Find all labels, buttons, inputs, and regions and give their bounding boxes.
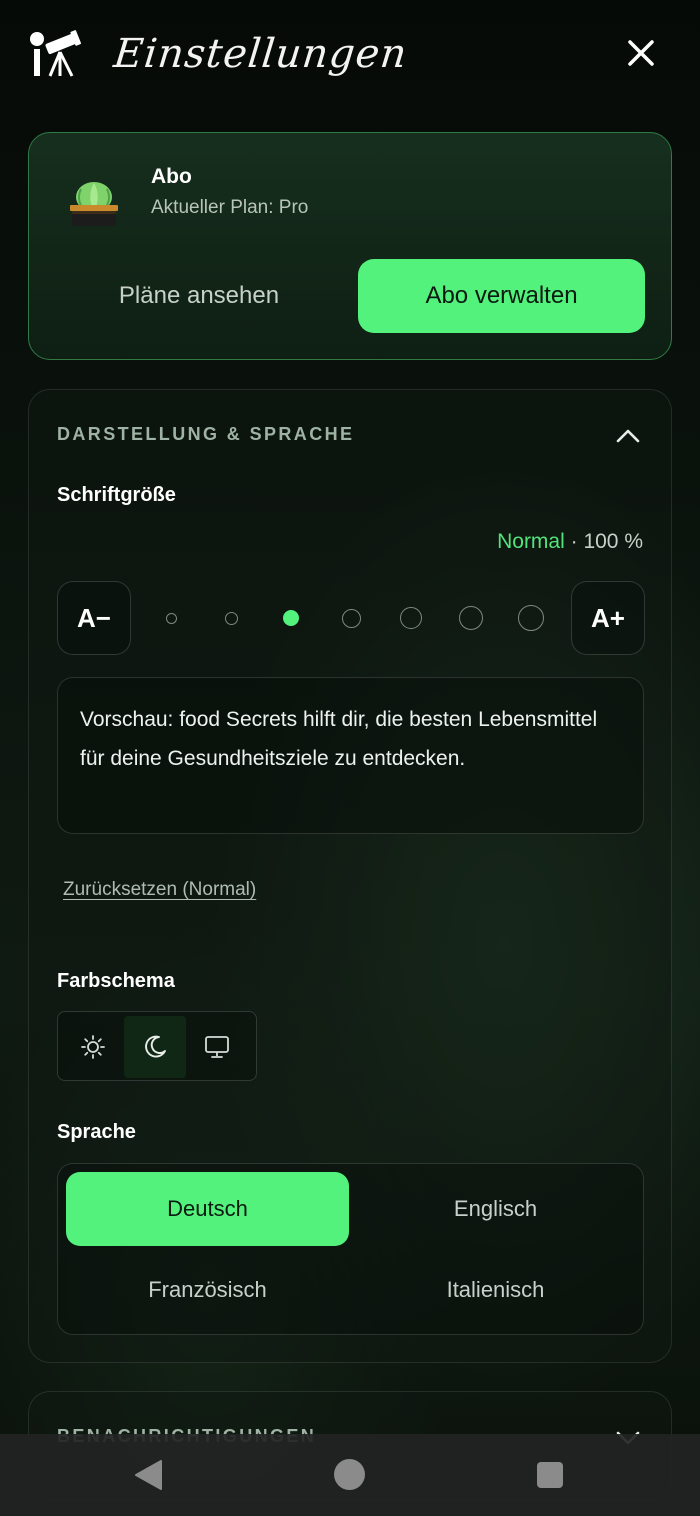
section-title-appearance: DARSTELLUNG & SPRACHE bbox=[57, 424, 355, 444]
subscription-card: Abo Aktueller Plan: Pro Pläne ansehen Ab… bbox=[28, 132, 672, 360]
recents-square-icon[interactable] bbox=[537, 1462, 563, 1488]
back-triangle-icon[interactable] bbox=[133, 1459, 163, 1491]
font-size-step-5[interactable] bbox=[400, 607, 422, 629]
language-label: Sprache bbox=[57, 1121, 136, 1143]
font-size-decrease-button[interactable]: A− bbox=[57, 581, 131, 655]
font-size-step-4[interactable] bbox=[342, 609, 361, 628]
manage-subscription-button[interactable]: Abo verwalten bbox=[358, 259, 645, 333]
appearance-language-section: DARSTELLUNG & SPRACHE Schriftgröße Norma… bbox=[28, 389, 672, 1363]
light-scheme-option[interactable] bbox=[62, 1016, 124, 1078]
font-size-step-6[interactable] bbox=[459, 606, 483, 630]
header: Einstellungen bbox=[0, 0, 700, 110]
language-option-deutsch[interactable]: Deutsch bbox=[66, 1172, 349, 1246]
subscription-title: Abo bbox=[151, 165, 192, 188]
home-circle-icon[interactable] bbox=[334, 1459, 365, 1490]
language-option-franzoesisch[interactable]: Französisch bbox=[66, 1253, 349, 1327]
view-plans-button[interactable]: Pläne ansehen bbox=[59, 259, 339, 333]
lettuce-crate-icon bbox=[70, 182, 118, 226]
font-size-value-name: Normal bbox=[497, 530, 565, 553]
language-option-italienisch[interactable]: Italienisch bbox=[354, 1253, 637, 1327]
font-size-step-7[interactable] bbox=[518, 605, 544, 631]
close-icon[interactable] bbox=[618, 30, 664, 76]
reset-font-size-link[interactable]: Zurücksetzen (Normal) bbox=[63, 879, 256, 901]
font-size-label: Schriftgröße bbox=[57, 484, 176, 506]
color-scheme-toggle bbox=[57, 1011, 257, 1081]
moon-icon bbox=[145, 1035, 166, 1058]
language-selector: Deutsch Englisch Französisch Italienisch bbox=[57, 1163, 644, 1335]
sun-icon bbox=[81, 1035, 105, 1059]
font-size-value: Normal · 100 % bbox=[497, 530, 643, 554]
font-size-value-percent: · 100 % bbox=[570, 530, 643, 553]
system-scheme-option[interactable] bbox=[186, 1016, 248, 1078]
font-preview-box: Vorschau: food Secrets hilft dir, die be… bbox=[57, 677, 644, 834]
font-size-step-3[interactable] bbox=[283, 610, 299, 626]
current-plan-text: Aktueller Plan: Pro bbox=[151, 197, 309, 218]
page-title: Einstellungen bbox=[111, 31, 410, 77]
color-scheme-label: Farbschema bbox=[57, 970, 175, 992]
chevron-up-icon[interactable] bbox=[615, 426, 641, 444]
system-navigation-bar bbox=[0, 1434, 700, 1516]
font-size-increase-button[interactable]: A+ bbox=[571, 581, 645, 655]
font-size-step-2[interactable] bbox=[225, 612, 238, 625]
dark-scheme-option[interactable] bbox=[124, 1016, 186, 1078]
font-size-step-1[interactable] bbox=[166, 613, 177, 624]
language-option-englisch[interactable]: Englisch bbox=[354, 1172, 637, 1246]
telescope-icon bbox=[30, 30, 82, 77]
monitor-icon bbox=[205, 1036, 229, 1058]
